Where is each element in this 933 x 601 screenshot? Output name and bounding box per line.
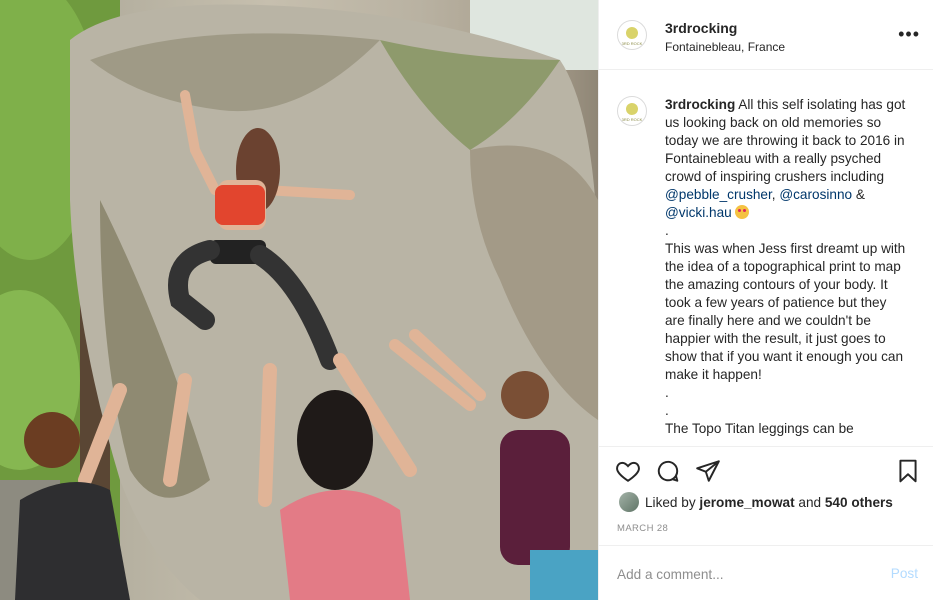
mention-vicki-hau[interactable]: @vicki.hau [665, 205, 732, 220]
avatar-logo-icon [626, 27, 638, 39]
avatar-logo-icon [626, 103, 638, 115]
climbing-photo-illustration [0, 0, 598, 600]
avatar[interactable]: 3RD ROCK [617, 20, 647, 50]
likes-text[interactable]: Liked by jerome_mowat and 540 others [645, 495, 893, 510]
heart-eyes-emoji-icon [735, 205, 750, 219]
mention-pebble-crusher[interactable]: @pebble_crusher [665, 187, 772, 202]
avatar-logo-text: 3RD ROCK [621, 41, 643, 46]
instagram-post-view: 3RD ROCK 3rdrocking Fontainebleau, Franc… [0, 0, 933, 600]
mention-carosinno[interactable]: @carosinno [779, 187, 852, 202]
caption-dot: . [665, 223, 669, 238]
liker-avatar[interactable] [619, 492, 639, 512]
caption-paragraph-1: 3rdrocking All this self isolating has g… [665, 96, 909, 222]
caption-dot: . [665, 403, 669, 418]
caption-paragraph-3: The Topo Titan leggings can be [665, 421, 854, 436]
post-caption: 3rdrocking All this self isolating has g… [665, 96, 909, 446]
caption-dot: . [665, 385, 669, 400]
caption-paragraph-2: This was when Jess first dreamt up with … [665, 241, 906, 382]
liker-username[interactable]: jerome_mowat [699, 495, 794, 510]
post-username[interactable]: 3rdrocking [665, 20, 737, 36]
comment-bar: Post [599, 545, 933, 601]
send-icon[interactable] [695, 458, 723, 486]
comment-icon[interactable] [655, 458, 683, 486]
post-location[interactable]: Fontainebleau, France [665, 40, 785, 54]
post-comment-button[interactable]: Post [891, 566, 918, 581]
post-photo[interactable] [0, 0, 598, 600]
comment-input[interactable] [615, 562, 859, 586]
caption-username[interactable]: 3rdrocking [665, 97, 735, 112]
bookmark-icon[interactable] [895, 458, 923, 486]
post-date[interactable]: MARCH 28 [617, 523, 668, 534]
heart-icon[interactable] [615, 458, 643, 486]
caption-avatar[interactable]: 3RD ROCK [617, 96, 647, 126]
likes-count[interactable]: 540 others [825, 495, 893, 510]
avatar-logo-text: 3RD ROCK [621, 117, 643, 122]
post-actions: Liked by jerome_mowat and 540 others MAR… [599, 446, 933, 600]
post-header: 3RD ROCK 3rdrocking Fontainebleau, Franc… [599, 0, 933, 70]
post-sidebar: 3RD ROCK 3rdrocking Fontainebleau, Franc… [598, 0, 933, 600]
more-options-icon[interactable]: ••• [898, 24, 920, 45]
caption-ampersand: & [852, 187, 865, 202]
caption-separator: , [771, 187, 776, 202]
